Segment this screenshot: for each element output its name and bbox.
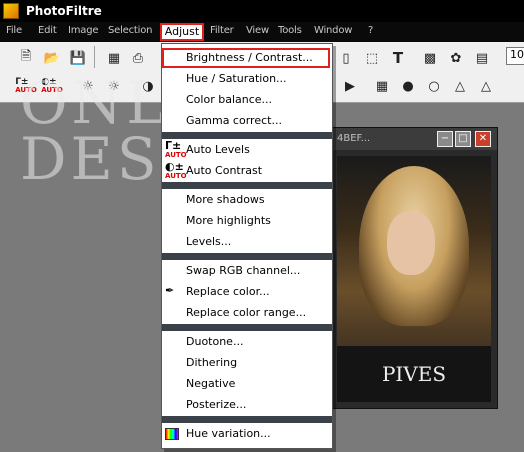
- menu-item-negative[interactable]: Negative: [162, 374, 332, 394]
- menu-item-label: Auto Levels: [186, 143, 250, 156]
- drop-outline-icon[interactable]: ○: [424, 76, 444, 96]
- menu-item-label: Brightness / Contrast...: [186, 51, 313, 64]
- menu-item-label: Posterize...: [186, 398, 247, 411]
- menu-adjust[interactable]: Adjust: [160, 23, 204, 41]
- menu-edit[interactable]: Edit: [38, 25, 57, 36]
- menu-view[interactable]: View: [246, 25, 269, 36]
- menu-item-label: Replace color range...: [186, 306, 307, 319]
- minimize-icon[interactable]: −: [437, 131, 453, 147]
- menu-item-swap-rgb[interactable]: Swap RGB channel...: [162, 261, 332, 281]
- menu-item-gamma-correct[interactable]: Gamma correct...: [162, 111, 332, 131]
- selection-icon[interactable]: ⬚: [362, 48, 382, 68]
- menu-item-brightness-contrast[interactable]: Brightness / Contrast...: [162, 48, 332, 68]
- title-bar: PhotoFiltre: [0, 0, 524, 22]
- menu-item-dithering[interactable]: Dithering: [162, 353, 332, 373]
- triangle-outline-icon[interactable]: △: [476, 76, 496, 96]
- menu-separator: [162, 416, 332, 423]
- window-title: PhotoFiltre: [26, 4, 102, 18]
- menu-image[interactable]: Image: [68, 25, 99, 36]
- menu-item-label: Swap RGB channel...: [186, 264, 301, 277]
- menu-item-label: Color balance...: [186, 93, 273, 106]
- menu-item-duotone[interactable]: Duotone...: [162, 332, 332, 352]
- menu-item-hue-saturation[interactable]: Hue / Saturation...: [162, 69, 332, 89]
- menu-bar: File Edit Image Selection Adjust Filter …: [0, 22, 524, 42]
- texture-icon[interactable]: ▦: [372, 76, 392, 96]
- menu-item-label: Duotone...: [186, 335, 244, 348]
- new-file-icon[interactable]: 🗎: [16, 48, 36, 68]
- close-icon[interactable]: ✕: [475, 131, 491, 147]
- menu-item-levels[interactable]: Levels...: [162, 232, 332, 252]
- menu-item-label: Hue variation...: [186, 427, 271, 440]
- menu-help[interactable]: ?: [368, 25, 373, 36]
- image-tool-icon[interactable]: ▩: [420, 48, 440, 68]
- menu-file[interactable]: File: [6, 25, 22, 36]
- photo-shirt: PIVES: [337, 346, 491, 402]
- menu-tools[interactable]: Tools: [278, 25, 302, 36]
- scanner-icon[interactable]: ▦: [104, 48, 124, 68]
- drop-icon[interactable]: ●: [398, 76, 418, 96]
- menu-item-label: More highlights: [186, 214, 271, 227]
- menu-item-label: Dithering: [186, 356, 238, 369]
- photo-canvas[interactable]: PIVES: [337, 156, 491, 402]
- menu-item-label: More shadows: [186, 193, 265, 206]
- menu-separator: [162, 182, 332, 189]
- print-icon[interactable]: ⎙: [128, 48, 148, 68]
- menu-item-auto-contrast[interactable]: ◐± AUTO Auto Contrast: [162, 161, 332, 181]
- menu-item-label: Hue / Saturation...: [186, 72, 287, 85]
- menu-item-hue-variation[interactable]: Hue variation...: [162, 424, 332, 444]
- toolbar-separator: [94, 46, 95, 68]
- image-window[interactable]: 4BEF... − □ ✕ PIVES: [330, 127, 498, 409]
- maximize-icon[interactable]: □: [455, 131, 471, 147]
- adjust-menu: Brightness / Contrast... Hue / Saturatio…: [161, 43, 333, 449]
- menu-filter[interactable]: Filter: [210, 25, 234, 36]
- menu-item-label: Replace color...: [186, 285, 270, 298]
- menu-item-replace-color[interactable]: ✒ Replace color...: [162, 282, 332, 302]
- menu-separator: [162, 253, 332, 260]
- menu-item-replace-color-range[interactable]: Replace color range...: [162, 303, 332, 323]
- photofiltre-app-icon: [3, 3, 19, 19]
- window-manager-icon[interactable]: ▤: [472, 48, 492, 68]
- auto-levels-icon: Γ± AUTO: [165, 139, 187, 159]
- auto-contrast-icon: ◐± AUTO: [165, 160, 187, 180]
- save-icon[interactable]: 💾: [68, 48, 88, 68]
- flip-icon[interactable]: ▶: [340, 76, 360, 96]
- menu-separator: [162, 324, 332, 331]
- image-window-title: 4BEF...: [337, 133, 371, 144]
- menu-item-auto-levels[interactable]: Γ± AUTO Auto Levels: [162, 140, 332, 160]
- open-folder-icon[interactable]: 📂: [42, 48, 62, 68]
- menu-separator: [162, 132, 332, 139]
- menu-item-more-highlights[interactable]: More highlights: [162, 211, 332, 231]
- menu-item-more-shadows[interactable]: More shadows: [162, 190, 332, 210]
- plugin-icon[interactable]: ✿: [446, 48, 466, 68]
- menu-item-label: Auto Contrast: [186, 164, 263, 177]
- shirt-text: PIVES: [381, 362, 447, 386]
- image-window-titlebar[interactable]: 4BEF... − □ ✕: [331, 128, 497, 150]
- menu-window[interactable]: Window: [314, 25, 352, 36]
- transform-icon[interactable]: ▯: [336, 48, 356, 68]
- text-tool-icon[interactable]: T: [388, 48, 408, 68]
- menu-item-label: Gamma correct...: [186, 114, 282, 127]
- menu-item-label: Negative: [186, 377, 236, 390]
- menu-item-color-balance[interactable]: Color balance...: [162, 90, 332, 110]
- triangle-icon[interactable]: △: [450, 76, 470, 96]
- zoom-field[interactable]: 10: [506, 47, 524, 65]
- photo-subject-face: [387, 211, 435, 275]
- eyedropper-icon: ✒: [165, 284, 175, 297]
- menu-selection[interactable]: Selection: [108, 25, 152, 36]
- menu-item-label: Levels...: [186, 235, 232, 248]
- menu-item-posterize[interactable]: Posterize...: [162, 395, 332, 415]
- hue-variation-icon: [165, 426, 183, 442]
